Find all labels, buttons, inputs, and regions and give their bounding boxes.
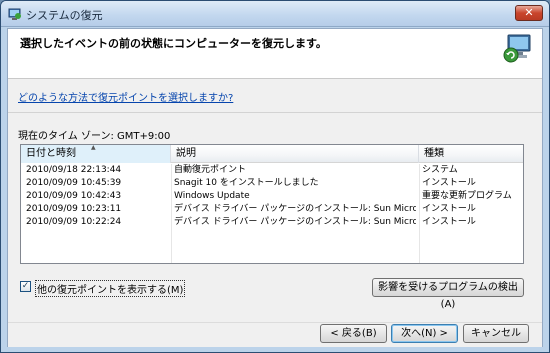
cancel-button[interactable]: キャンセル: [463, 324, 529, 343]
separator: [8, 112, 542, 113]
list-header: ▲ 日付と時刻 説明 種類: [21, 145, 523, 163]
row-date: 2010/09/09 10:22:24: [26, 217, 122, 227]
dialog-client: 選択したイベントの前の状態にコンピューターを復元します。 どのような方法で復元ポ…: [7, 28, 543, 347]
show-more-checkbox[interactable]: ✓: [20, 281, 31, 292]
row-description: Snagit 10 をインストールしました: [174, 178, 319, 188]
row-description: Windows Update: [174, 191, 250, 201]
table-rows: 2010/09/18 22:13:44 自動復元ポイント システム 2010/0…: [21, 164, 523, 229]
close-button[interactable]: ✕: [515, 5, 543, 21]
header-instruction: 選択したイベントの前の状態にコンピューターを復元します。: [20, 37, 327, 50]
system-restore-window: システムの復元 ✕ 選択したイベントの前の状態にコンピューターを復元します。 ど…: [0, 0, 550, 353]
row-description: 自動復元ポイント: [174, 165, 247, 175]
sort-ascending-icon: ▲: [91, 144, 96, 151]
row-description: デバイス ドライバー パッケージのインストール: Sun Microsyst..…: [174, 204, 416, 214]
row-type: インストール: [422, 204, 476, 214]
next-button[interactable]: 次へ(N) >: [391, 324, 458, 343]
row-type: インストール: [422, 217, 476, 227]
row-date: 2010/09/18 22:13:44: [26, 165, 122, 175]
help-link[interactable]: どのような方法で復元ポイントを選択しますか?: [18, 89, 233, 104]
restore-points-list[interactable]: ▲ 日付と時刻 説明 種類 2010/09/18 22:13:44 自動復元ポイ…: [20, 144, 524, 264]
row-date: 2010/09/09 10:42:43: [26, 191, 122, 201]
table-row[interactable]: 2010/09/09 10:23:11 デバイス ドライバー パッケージのインス…: [21, 203, 523, 216]
column-header-description[interactable]: 説明: [171, 145, 419, 163]
row-date: 2010/09/09 10:45:39: [26, 178, 122, 188]
body-area: どのような方法で復元ポイントを選択しますか? 現在のタイム ゾーン: GMT+9…: [8, 78, 542, 322]
row-type: システム: [422, 165, 458, 175]
show-more-checkbox-label[interactable]: 他の復元ポイントを表示する(M): [35, 280, 186, 297]
column-header-date-label: 日付と時刻: [26, 148, 76, 159]
row-date: 2010/09/09 10:23:11: [26, 204, 122, 214]
header-area: 選択したイベントの前の状態にコンピューターを復元します。: [8, 29, 542, 77]
row-type: 重要な更新プログラム: [422, 191, 512, 201]
column-header-date[interactable]: ▲ 日付と時刻: [21, 145, 171, 163]
column-header-type[interactable]: 種類: [419, 145, 523, 163]
title-bar[interactable]: システムの復元 ✕: [1, 1, 549, 27]
timezone-label: 現在のタイム ゾーン: GMT+9:00: [18, 131, 171, 142]
table-row[interactable]: 2010/09/09 10:22:24 デバイス ドライバー パッケージのインス…: [21, 216, 523, 229]
scan-affected-programs-button[interactable]: 影響を受けるプログラムの検出(A): [372, 278, 524, 310]
table-row[interactable]: 2010/09/09 10:45:39 Snagit 10 をインストールしまし…: [21, 177, 523, 190]
footer-bar: [8, 322, 542, 347]
table-row[interactable]: 2010/09/18 22:13:44 自動復元ポイント システム: [21, 164, 523, 177]
row-description: デバイス ドライバー パッケージのインストール: Sun Microsyst..…: [174, 217, 416, 227]
monitor-restore-icon: [503, 34, 531, 63]
window-title: システムの復元: [26, 9, 103, 22]
row-type: インストール: [422, 178, 476, 188]
system-restore-icon: [8, 8, 21, 20]
table-row[interactable]: 2010/09/09 10:42:43 Windows Update 重要な更新…: [21, 190, 523, 203]
back-button[interactable]: < 戻る(B): [320, 324, 387, 343]
